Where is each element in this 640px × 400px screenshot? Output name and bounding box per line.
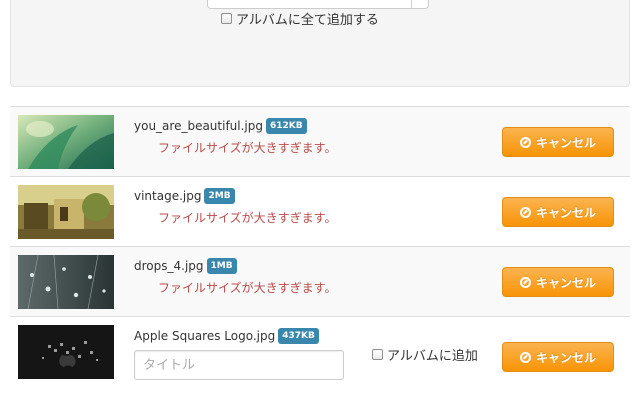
file-name: vintage.jpg	[134, 189, 202, 203]
ban-icon	[519, 206, 531, 218]
add-to-album-checkbox[interactable]	[372, 348, 383, 360]
file-size-badge: 1MB	[206, 258, 237, 274]
file-row: you_are_beautiful.jpg 612KB ファイルサイズが大きすぎ…	[10, 106, 630, 176]
add-to-album-label: アルバムに追加	[387, 348, 478, 364]
select-divider	[411, 0, 412, 8]
cancel-button[interactable]: キャンセル	[502, 197, 614, 227]
add-all-checkbox[interactable]	[221, 12, 232, 24]
file-thumbnail	[18, 255, 114, 309]
file-error-message: ファイルサイズが大きすぎます。	[158, 281, 337, 295]
ban-icon	[519, 351, 531, 363]
cancel-button-label: キャンセル	[535, 350, 596, 365]
file-info: drops_4.jpg 1MB	[134, 256, 237, 276]
ban-icon	[519, 136, 531, 148]
file-row: drops_4.jpg 1MB ファイルサイズが大きすぎます。 キャンセル	[10, 246, 630, 316]
file-error-message: ファイルサイズが大きすぎます。	[158, 141, 337, 155]
file-info: you_are_beautiful.jpg 612KB	[134, 116, 307, 136]
file-name: Apple Squares Logo.jpg	[134, 329, 276, 343]
cancel-button-label: キャンセル	[535, 275, 596, 290]
file-size-badge: 2MB	[204, 188, 235, 204]
file-thumbnail	[18, 115, 114, 169]
file-size-badge: 437KB	[278, 328, 319, 344]
upload-options-panel: アルバムに全て追加する	[10, 0, 630, 87]
add-to-album-option[interactable]: アルバムに追加	[372, 345, 478, 364]
file-thumbnail	[18, 185, 114, 239]
file-name: drops_4.jpg	[134, 259, 204, 273]
cancel-button-label: キャンセル	[535, 135, 596, 150]
file-thumbnail	[18, 325, 114, 379]
file-name: you_are_beautiful.jpg	[134, 119, 263, 133]
cancel-button[interactable]: キャンセル	[502, 127, 614, 157]
cancel-button[interactable]: キャンセル	[502, 342, 614, 372]
file-info: Apple Squares Logo.jpg 437KB	[134, 326, 319, 346]
cancel-button-label: キャンセル	[535, 205, 596, 220]
file-error-message: ファイルサイズが大きすぎます。	[158, 211, 337, 225]
file-info: vintage.jpg 2MB	[134, 186, 235, 206]
add-all-to-album-option[interactable]: アルバムに全て追加する	[221, 9, 379, 28]
cancel-button[interactable]: キャンセル	[502, 267, 614, 297]
ban-icon	[519, 276, 531, 288]
title-input[interactable]	[134, 350, 344, 380]
file-row: vintage.jpg 2MB ファイルサイズが大きすぎます。 キャンセル	[10, 176, 630, 246]
file-row: Apple Squares Logo.jpg 437KB アルバムに追加 キャン…	[10, 316, 630, 388]
add-all-label: アルバムに全て追加する	[236, 12, 379, 28]
file-size-badge: 612KB	[266, 118, 307, 134]
upload-file-list: you_are_beautiful.jpg 612KB ファイルサイズが大きすぎ…	[10, 106, 630, 388]
